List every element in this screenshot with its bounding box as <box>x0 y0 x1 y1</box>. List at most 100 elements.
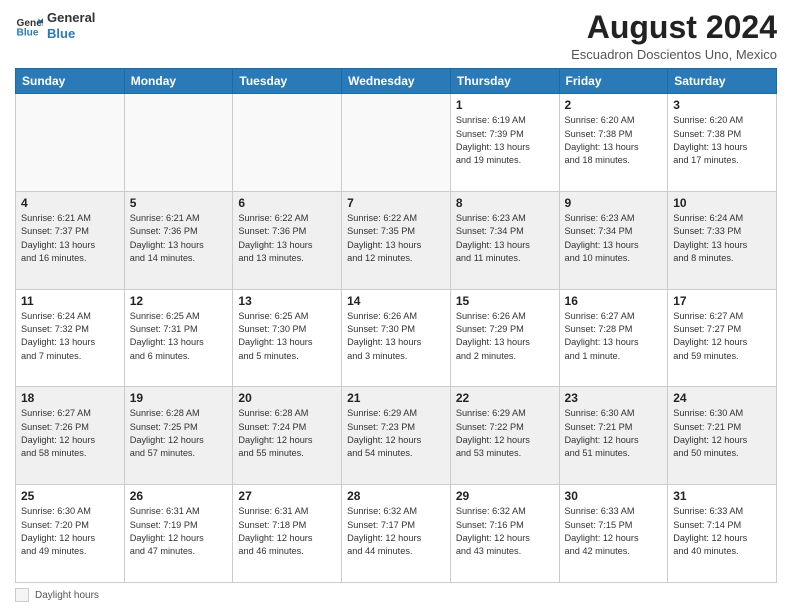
day-number: 30 <box>565 489 663 503</box>
day-info: Sunrise: 6:26 AM Sunset: 7:29 PM Dayligh… <box>456 310 554 363</box>
logo-icon: General Blue <box>15 12 43 40</box>
calendar-cell: 28Sunrise: 6:32 AM Sunset: 7:17 PM Dayli… <box>342 485 451 583</box>
calendar-cell: 19Sunrise: 6:28 AM Sunset: 7:25 PM Dayli… <box>124 387 233 485</box>
day-number: 24 <box>673 391 771 405</box>
day-number: 21 <box>347 391 445 405</box>
calendar-cell: 23 Sunrise: 6:30 AM Sunset: 7:21 PM Dayli… <box>559 387 668 485</box>
day-number: 10 <box>673 196 771 210</box>
calendar-cell: 3 Sunrise: 6:20 AM Sunset: 7:38 PM Daylig… <box>668 94 777 192</box>
day-info: Sunrise: 6:27 AM Sunset: 7:28 PM Dayligh… <box>565 310 663 363</box>
week-row-2: 4Sunrise: 6:21 AM Sunset: 7:37 PM Daylig… <box>16 191 777 289</box>
day-info: Sunrise: 6:33 AM Sunset: 7:14 PM Dayligh… <box>673 505 771 558</box>
svg-text:Blue: Blue <box>17 27 39 38</box>
calendar-cell: 31 Sunrise: 6:33 AM Sunset: 7:14 PM Dayli… <box>668 485 777 583</box>
day-number: 25 <box>21 489 119 503</box>
day-number: 2 <box>565 98 663 112</box>
calendar-cell: 5Sunrise: 6:21 AM Sunset: 7:36 PM Daylig… <box>124 191 233 289</box>
day-number: 18 <box>21 391 119 405</box>
day-number: 31 <box>673 489 771 503</box>
day-number: 16 <box>565 294 663 308</box>
day-number: 11 <box>21 294 119 308</box>
day-info: Sunrise: 6:24 AM Sunset: 7:33 PM Dayligh… <box>673 212 771 265</box>
day-info: Sunrise: 6:26 AM Sunset: 7:30 PM Dayligh… <box>347 310 445 363</box>
calendar-cell: 11 Sunrise: 6:24 AM Sunset: 7:32 PM Dayli… <box>16 289 125 387</box>
footer: Daylight hours <box>15 588 777 602</box>
day-info: Sunrise: 6:22 AM Sunset: 7:35 PM Dayligh… <box>347 212 445 265</box>
calendar-cell: 1 Sunrise: 6:19 AM Sunset: 7:39 PM Daylig… <box>450 94 559 192</box>
calendar-cell <box>233 94 342 192</box>
day-info: Sunrise: 6:22 AM Sunset: 7:36 PM Dayligh… <box>238 212 336 265</box>
calendar-cell: 12Sunrise: 6:25 AM Sunset: 7:31 PM Dayli… <box>124 289 233 387</box>
calendar-cell: 25 Sunrise: 6:30 AM Sunset: 7:20 PM Dayli… <box>16 485 125 583</box>
day-info: Sunrise: 6:24 AM Sunset: 7:32 PM Dayligh… <box>21 310 119 363</box>
col-header-tuesday: Tuesday <box>233 69 342 94</box>
day-number: 29 <box>456 489 554 503</box>
day-info: Sunrise: 6:33 AM Sunset: 7:15 PM Dayligh… <box>565 505 663 558</box>
day-info: Sunrise: 6:23 AM Sunset: 7:34 PM Dayligh… <box>456 212 554 265</box>
col-header-wednesday: Wednesday <box>342 69 451 94</box>
calendar-cell: 16 Sunrise: 6:27 AM Sunset: 7:28 PM Dayli… <box>559 289 668 387</box>
day-number: 12 <box>130 294 228 308</box>
day-number: 19 <box>130 391 228 405</box>
day-info: Sunrise: 6:19 AM Sunset: 7:39 PM Dayligh… <box>456 114 554 167</box>
calendar-cell <box>16 94 125 192</box>
calendar-cell: 8 Sunrise: 6:23 AM Sunset: 7:34 PM Daylig… <box>450 191 559 289</box>
col-header-saturday: Saturday <box>668 69 777 94</box>
week-row-5: 25 Sunrise: 6:30 AM Sunset: 7:20 PM Dayli… <box>16 485 777 583</box>
day-info: Sunrise: 6:27 AM Sunset: 7:27 PM Dayligh… <box>673 310 771 363</box>
header: General Blue General Blue August 2024 Es… <box>15 10 777 62</box>
day-info: Sunrise: 6:27 AM Sunset: 7:26 PM Dayligh… <box>21 407 119 460</box>
calendar-cell: 2 Sunrise: 6:20 AM Sunset: 7:38 PM Daylig… <box>559 94 668 192</box>
day-info: Sunrise: 6:21 AM Sunset: 7:37 PM Dayligh… <box>21 212 119 265</box>
day-number: 3 <box>673 98 771 112</box>
day-info: Sunrise: 6:29 AM Sunset: 7:23 PM Dayligh… <box>347 407 445 460</box>
calendar-cell: 30 Sunrise: 6:33 AM Sunset: 7:15 PM Dayli… <box>559 485 668 583</box>
day-info: Sunrise: 6:25 AM Sunset: 7:30 PM Dayligh… <box>238 310 336 363</box>
col-header-friday: Friday <box>559 69 668 94</box>
day-info: Sunrise: 6:28 AM Sunset: 7:24 PM Dayligh… <box>238 407 336 460</box>
col-header-sunday: Sunday <box>16 69 125 94</box>
day-number: 23 <box>565 391 663 405</box>
day-number: 27 <box>238 489 336 503</box>
day-number: 26 <box>130 489 228 503</box>
calendar-cell: 29 Sunrise: 6:32 AM Sunset: 7:16 PM Dayli… <box>450 485 559 583</box>
day-info: Sunrise: 6:32 AM Sunset: 7:16 PM Dayligh… <box>456 505 554 558</box>
col-header-thursday: Thursday <box>450 69 559 94</box>
main-title: August 2024 <box>571 10 777 45</box>
day-number: 14 <box>347 294 445 308</box>
calendar-cell: 13 Sunrise: 6:25 AM Sunset: 7:30 PM Dayli… <box>233 289 342 387</box>
page: General Blue General Blue August 2024 Es… <box>0 0 792 612</box>
day-info: Sunrise: 6:20 AM Sunset: 7:38 PM Dayligh… <box>673 114 771 167</box>
day-number: 9 <box>565 196 663 210</box>
day-number: 6 <box>238 196 336 210</box>
day-info: Sunrise: 6:31 AM Sunset: 7:19 PM Dayligh… <box>130 505 228 558</box>
day-info: Sunrise: 6:30 AM Sunset: 7:21 PM Dayligh… <box>673 407 771 460</box>
calendar-cell: 9Sunrise: 6:23 AM Sunset: 7:34 PM Daylig… <box>559 191 668 289</box>
week-row-1: 1 Sunrise: 6:19 AM Sunset: 7:39 PM Daylig… <box>16 94 777 192</box>
subtitle: Escuadron Doscientos Uno, Mexico <box>571 47 777 62</box>
calendar-cell: 6 Sunrise: 6:22 AM Sunset: 7:36 PM Daylig… <box>233 191 342 289</box>
day-info: Sunrise: 6:20 AM Sunset: 7:38 PM Dayligh… <box>565 114 663 167</box>
day-info: Sunrise: 6:30 AM Sunset: 7:20 PM Dayligh… <box>21 505 119 558</box>
calendar-cell: 17 Sunrise: 6:27 AM Sunset: 7:27 PM Dayli… <box>668 289 777 387</box>
calendar-cell: 4Sunrise: 6:21 AM Sunset: 7:37 PM Daylig… <box>16 191 125 289</box>
calendar-cell: 14 Sunrise: 6:26 AM Sunset: 7:30 PM Dayli… <box>342 289 451 387</box>
day-number: 17 <box>673 294 771 308</box>
day-number: 15 <box>456 294 554 308</box>
calendar-cell: 7 Sunrise: 6:22 AM Sunset: 7:35 PM Daylig… <box>342 191 451 289</box>
day-number: 7 <box>347 196 445 210</box>
title-section: August 2024 Escuadron Doscientos Uno, Me… <box>571 10 777 62</box>
day-number: 22 <box>456 391 554 405</box>
day-info: Sunrise: 6:30 AM Sunset: 7:21 PM Dayligh… <box>565 407 663 460</box>
day-number: 8 <box>456 196 554 210</box>
logo-text: General Blue <box>47 10 95 41</box>
day-number: 28 <box>347 489 445 503</box>
calendar-cell: 26 Sunrise: 6:31 AM Sunset: 7:19 PM Dayli… <box>124 485 233 583</box>
day-number: 1 <box>456 98 554 112</box>
day-info: Sunrise: 6:31 AM Sunset: 7:18 PM Dayligh… <box>238 505 336 558</box>
week-row-3: 11 Sunrise: 6:24 AM Sunset: 7:32 PM Dayli… <box>16 289 777 387</box>
day-number: 13 <box>238 294 336 308</box>
day-number: 20 <box>238 391 336 405</box>
calendar-cell: 24 Sunrise: 6:30 AM Sunset: 7:21 PM Dayli… <box>668 387 777 485</box>
day-info: Sunrise: 6:29 AM Sunset: 7:22 PM Dayligh… <box>456 407 554 460</box>
